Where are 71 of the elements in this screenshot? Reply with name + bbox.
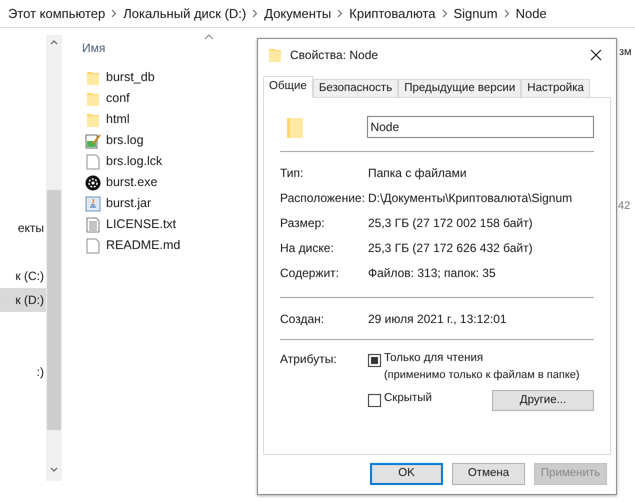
property-value: Файлов: 313; папок: 35 <box>368 264 496 282</box>
property-label: Тип: <box>280 164 304 182</box>
tab[interactable]: Предыдущие версии <box>398 79 522 98</box>
chevron-right-icon <box>442 9 448 18</box>
chevron-right-icon <box>252 9 258 18</box>
dialog-button[interactable]: OK <box>370 463 443 485</box>
breadcrumb-item[interactable]: Криптовалюта <box>349 4 436 24</box>
breadcrumb-item[interactable]: Локальный диск (D:) <box>123 4 246 24</box>
property-label: Создан: <box>280 310 326 328</box>
file-row[interactable]: burst.jar <box>82 193 152 214</box>
property-value: 29 июля 2021 г., 13:12:01 <box>368 310 507 328</box>
scrollbar[interactable] <box>46 35 62 481</box>
table-cell-text: 42 <box>618 199 630 214</box>
gear-icon <box>85 174 101 190</box>
breadcrumb-item[interactable]: Signum <box>454 4 498 24</box>
column-header[interactable]: зм <box>619 44 632 60</box>
attributes-label: Атрибуты: <box>280 351 338 368</box>
file-row[interactable]: burst_db <box>82 67 155 88</box>
chevron-up-icon[interactable] <box>50 40 58 45</box>
other-attributes-button[interactable]: Другие... <box>492 390 594 411</box>
property-value: 25,3 ГБ (27 172 002 158 байт) <box>368 214 533 232</box>
property-value: Папка с файлами <box>368 164 467 182</box>
file-row[interactable]: LICENSE.txt <box>82 214 176 235</box>
column-header[interactable]: Имя <box>82 35 106 57</box>
breadcrumb-item[interactable]: Документы <box>264 4 332 24</box>
window-title: Свойства: Node <box>290 47 378 64</box>
scrollbar-thumb[interactable] <box>47 190 61 430</box>
folder-icon <box>268 47 282 63</box>
tab[interactable]: Общие <box>263 76 313 98</box>
property-label: Содержит: <box>280 264 340 282</box>
java-icon <box>85 196 101 212</box>
nav-item[interactable]: к (C:) <box>0 264 46 288</box>
sort-caret-icon <box>204 34 214 40</box>
file-row[interactable]: burst.exe <box>82 172 158 193</box>
close-icon[interactable] <box>590 49 602 61</box>
chevron-down-icon[interactable] <box>50 467 58 472</box>
checkbox[interactable] <box>368 394 381 407</box>
file-icon <box>86 154 100 170</box>
dialog-button[interactable]: Отмена <box>452 463 525 485</box>
nav-item[interactable]: к (D:) <box>0 288 46 312</box>
chevron-right-icon <box>504 9 510 18</box>
notepad-icon <box>85 132 101 148</box>
text-file-icon <box>86 216 100 232</box>
folder-icon <box>86 112 100 128</box>
tab[interactable]: Безопасность <box>312 79 398 98</box>
breadcrumb-item[interactable]: Этот компьютер <box>8 4 106 24</box>
file-row[interactable]: README.md <box>82 235 180 256</box>
file-row[interactable]: brs.log <box>82 130 144 151</box>
file-row[interactable]: conf <box>82 88 130 109</box>
file-icon <box>86 238 100 254</box>
property-value: 25,3 ГБ (27 172 626 432 байт) <box>368 240 533 256</box>
tab[interactable]: Настройка <box>521 79 590 98</box>
name-field[interactable]: Node <box>367 116 594 138</box>
folder-icon <box>86 90 100 106</box>
file-row[interactable]: html <box>82 109 130 130</box>
chevron-right-icon <box>337 9 344 18</box>
checkbox-label[interactable]: Только для чтения <box>384 350 580 368</box>
property-label: На диске: <box>280 240 335 256</box>
breadcrumb-item[interactable]: Node <box>516 4 547 24</box>
nav-item[interactable]: :) <box>0 360 46 384</box>
nav-item[interactable]: екты <box>0 216 46 240</box>
folder-icon <box>86 70 100 86</box>
checkbox-label[interactable]: Скрытый <box>384 390 432 407</box>
property-label: Размер: <box>280 214 326 232</box>
property-value: D:\Документы\Криптовалюта\Signum <box>368 190 572 206</box>
file-row[interactable]: brs.log.lck <box>82 151 162 172</box>
folder-icon <box>286 115 304 139</box>
checkbox-note: (применимо только к файлам в папке) <box>384 368 580 384</box>
chevron-right-icon <box>111 9 118 18</box>
checkbox[interactable] <box>368 354 381 367</box>
property-label: Расположение: <box>280 190 366 206</box>
